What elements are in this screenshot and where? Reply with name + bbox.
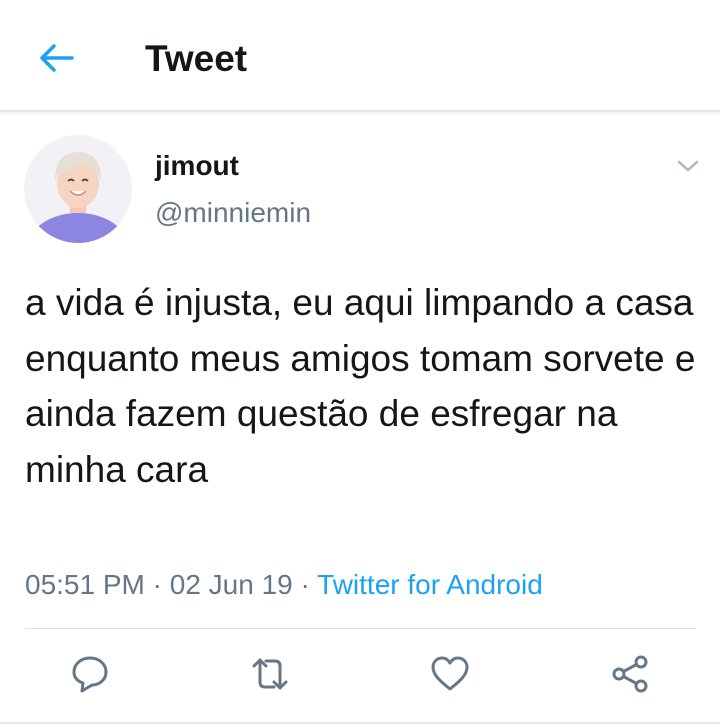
reply-icon	[72, 656, 108, 693]
reply-button[interactable]	[68, 652, 112, 696]
like-button[interactable]	[428, 652, 472, 696]
tweet-time: 05:51 PM	[25, 569, 145, 600]
tweet-source-link[interactable]: Twitter for Android	[317, 569, 543, 600]
share-icon	[612, 655, 648, 693]
back-button[interactable]	[34, 38, 78, 78]
tweet-metadata: 05:51 PM · 02 Jun 19 · Twitter for Andro…	[25, 568, 543, 602]
display-name[interactable]: jimout	[155, 150, 239, 182]
user-handle[interactable]: @minniemin	[155, 197, 311, 229]
meta-separator: ·	[152, 569, 162, 600]
bottom-border	[0, 722, 720, 724]
meta-separator: ·	[300, 569, 310, 600]
heart-icon	[431, 656, 469, 691]
avatar-image	[24, 135, 132, 243]
page-title: Tweet	[145, 38, 248, 79]
retweet-icon	[252, 658, 288, 690]
tweet-text: a vida é injusta, eu aqui limpando a cas…	[25, 282, 696, 490]
share-button[interactable]	[608, 652, 652, 696]
back-arrow-icon	[40, 44, 74, 72]
tweet-date: 02 Jun 19	[169, 569, 293, 600]
tweet-options-button[interactable]	[672, 150, 704, 182]
avatar[interactable]	[24, 135, 132, 243]
divider	[25, 628, 696, 629]
retweet-button[interactable]	[248, 652, 292, 696]
top-bar: Tweet	[0, 0, 720, 112]
chevron-down-icon	[677, 160, 699, 172]
